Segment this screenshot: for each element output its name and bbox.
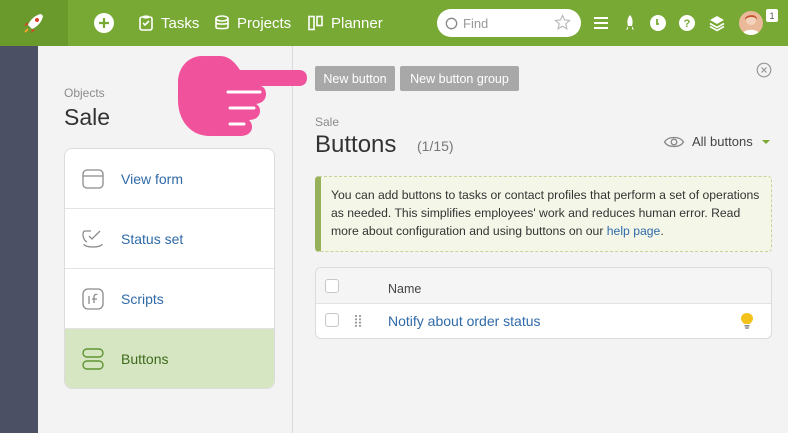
new-button[interactable]: New button: [315, 66, 395, 91]
layers-icon[interactable]: [707, 13, 727, 33]
user-avatar[interactable]: [739, 11, 763, 35]
objects-subtitle: Objects: [64, 86, 105, 100]
objects-item-scripts[interactable]: Scripts: [65, 269, 274, 329]
info-end: .: [660, 224, 664, 238]
timer-icon[interactable]: [648, 13, 668, 33]
lightbulb-icon[interactable]: [740, 312, 754, 330]
clipboard-icon: [139, 15, 153, 31]
objects-title: Sale: [64, 104, 111, 130]
close-icon[interactable]: [756, 62, 772, 78]
eye-icon: [663, 136, 685, 147]
plus-icon: [99, 18, 109, 28]
objects-item-label: Status set: [121, 230, 184, 247]
objects-item-label: Buttons: [121, 351, 169, 367]
left-sidebar-strip: [0, 46, 38, 433]
button-name-link[interactable]: Notify about order status: [388, 313, 541, 329]
database-icon: [215, 15, 229, 30]
filter-label: All buttons: [692, 134, 753, 149]
objects-item-label: View form: [121, 170, 183, 187]
new-button-group[interactable]: New button group: [400, 66, 519, 91]
nav-tasks-label: Tasks: [161, 14, 200, 32]
add-button[interactable]: [94, 13, 114, 33]
row-checkbox[interactable]: [325, 313, 339, 327]
search-placeholder: Find: [463, 15, 489, 31]
objects-item-label: Scripts: [121, 290, 164, 307]
objects-item-view-form[interactable]: View form: [65, 149, 274, 209]
table-row[interactable]: Notify about order status: [316, 304, 771, 338]
nav-projects-label: Projects: [237, 14, 292, 32]
form-icon: [82, 169, 104, 189]
search-icon: [445, 17, 458, 29]
objects-item-status-set[interactable]: Status set: [65, 209, 274, 269]
top-bar: Tasks Projects Planner Find ? 1: [0, 0, 788, 46]
nav-planner-label: Planner: [331, 14, 383, 32]
caret-down-icon: [761, 139, 770, 144]
nav-planner[interactable]: Planner: [307, 0, 383, 46]
star-icon[interactable]: [554, 14, 571, 31]
svg-text:?: ?: [684, 18, 691, 30]
nav-projects[interactable]: Projects: [213, 0, 291, 46]
status-set-icon: [82, 230, 103, 248]
objects-list: View form Status set Scripts Buttons: [64, 148, 275, 389]
rocket-small-icon[interactable]: [620, 13, 640, 33]
help-page-link[interactable]: help page: [607, 224, 661, 238]
table-header: Name: [316, 268, 771, 304]
rocket-icon: [24, 14, 43, 33]
info-box: You can add buttons to tasks or contact …: [315, 176, 772, 252]
buttons-icon: [82, 348, 104, 370]
script-icon: [82, 288, 104, 310]
page-subtitle: Sale: [315, 115, 340, 129]
nav-tasks[interactable]: Tasks: [137, 0, 199, 46]
select-all-checkbox[interactable]: [325, 279, 339, 293]
notifications-badge[interactable]: 1: [766, 9, 778, 22]
info-text: You can add buttons to tasks or contact …: [331, 188, 760, 238]
drag-handle-icon[interactable]: [354, 314, 362, 328]
items-count: (1/15): [417, 138, 454, 154]
menu-icon[interactable]: [591, 13, 611, 33]
page-title: Buttons: [315, 131, 397, 158]
search-field[interactable]: Find: [437, 9, 581, 37]
main-panel: New button New button group Sale Buttons…: [294, 46, 788, 433]
buttons-table: Name Notify about order status: [315, 267, 772, 339]
name-column-header[interactable]: Name: [388, 282, 421, 296]
objects-item-buttons[interactable]: Buttons: [65, 329, 274, 388]
pointing-hand-icon: [178, 56, 307, 136]
visibility-filter[interactable]: All buttons: [663, 134, 771, 149]
help-icon[interactable]: ?: [677, 13, 697, 33]
app-logo[interactable]: [0, 0, 68, 46]
columns-icon: [308, 15, 323, 31]
